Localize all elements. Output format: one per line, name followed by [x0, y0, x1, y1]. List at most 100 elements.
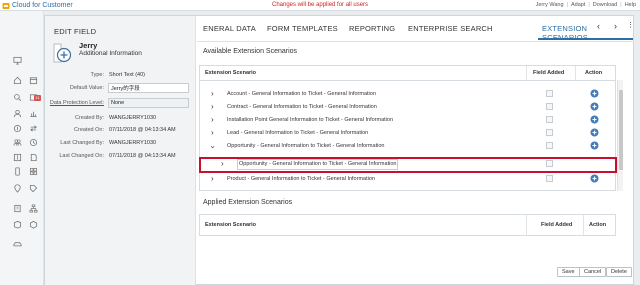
field-subtitle: Additional Information: [79, 50, 142, 57]
monitor-icon[interactable]: [12, 55, 22, 65]
table-row[interactable]: › Product - General Information to Ticket…: [200, 173, 615, 185]
menu-divider: |: [588, 2, 590, 8]
scenario-name: Product - General Information to Ticket …: [227, 176, 375, 182]
shell-sidebar: 11: [0, 11, 44, 285]
field-added-checkbox: [546, 175, 553, 182]
add-scenario-icon[interactable]: [590, 102, 599, 111]
scroll-thumb[interactable]: [619, 90, 623, 170]
global-change-notice: Changes will be applied for all users: [272, 2, 369, 8]
table-row[interactable]: › Lead - General Information to Ticket - …: [200, 127, 615, 139]
created-on-label: Created On:: [74, 127, 104, 133]
chevron-left-icon[interactable]: ‹: [597, 21, 600, 31]
save-button[interactable]: Save: [557, 267, 580, 277]
changed-on-label: Last Changed On:: [59, 153, 104, 159]
table-header: Extension Scenario Field Added Action: [200, 215, 615, 236]
box-icon[interactable]: [12, 219, 22, 229]
column-divider: [583, 215, 584, 235]
brand[interactable]: Cloud for Customer: [2, 1, 73, 10]
field-added-checkbox: [546, 116, 553, 123]
shell-header: Cloud for Customer Changes will be appli…: [0, 0, 640, 11]
cube-icon[interactable]: [28, 219, 38, 229]
adapt-link[interactable]: Adapt: [571, 2, 585, 8]
chevron-right-icon[interactable]: ›: [211, 173, 214, 185]
tab-form-templates[interactable]: FORM TEMPLATES: [267, 24, 338, 33]
menu-divider: |: [620, 2, 622, 8]
chevron-down-icon[interactable]: ›: [206, 146, 218, 149]
field-name: Jerry: [79, 41, 98, 50]
table-row[interactable]: › Opportunity - General Information to Ti…: [200, 140, 615, 152]
overflow-menu-icon[interactable]: ⋮: [627, 21, 634, 29]
scenario-name: Installation Point General Information t…: [227, 117, 393, 123]
add-scenario-icon[interactable]: [590, 174, 599, 183]
scenario-name: Lead - General Information to Ticket - G…: [227, 130, 369, 136]
column-header-field-added: Field Added: [533, 70, 565, 76]
user-name-link[interactable]: Jerry Wang: [536, 2, 564, 8]
tab-reporting[interactable]: REPORTING: [349, 24, 395, 33]
chevron-right-icon[interactable]: ›: [211, 127, 214, 139]
default-value-label: Default Value:: [69, 85, 104, 91]
column-divider: [526, 66, 527, 80]
active-tab-indicator: [538, 38, 633, 40]
field-added-checkbox: [546, 90, 553, 97]
table-row[interactable]: › Installation Point General Information …: [200, 114, 615, 126]
map-pin-icon[interactable]: [12, 183, 22, 193]
user-menu: Jerry Wang | Adapt | Download | Help: [536, 2, 636, 8]
phone-icon[interactable]: [12, 166, 22, 176]
column-header-scenario: Extension Scenario: [205, 70, 257, 76]
delete-button[interactable]: Delete: [606, 267, 632, 277]
chevron-right-icon[interactable]: ›: [211, 101, 214, 113]
panel-title: EDIT FIELD: [54, 27, 97, 36]
default-value-input[interactable]: [108, 83, 189, 93]
field-added-checkbox: [546, 129, 553, 136]
add-scenario-icon[interactable]: [590, 115, 599, 124]
chevron-right-icon[interactable]: ›: [211, 88, 214, 100]
field-details-panel: EDIT FIELD Jerry Additional Information …: [45, 16, 196, 285]
brand-name: Cloud for Customer: [12, 2, 73, 9]
column-divider: [526, 215, 527, 235]
chevron-right-icon[interactable]: ›: [614, 21, 617, 31]
cloud-icon: [2, 2, 10, 10]
type-value: Short Text (40): [109, 72, 145, 78]
selected-row-highlight: [199, 157, 617, 173]
data-protection-label[interactable]: Data Protection Level:: [14, 100, 104, 106]
column-header-field-added: Field Added: [541, 222, 573, 228]
tag-icon[interactable]: [28, 183, 38, 193]
tab-bar: ENERAL DATA FORM TEMPLATES REPORTING ENT…: [197, 16, 634, 42]
field-added-checkbox: [546, 142, 553, 149]
scenario-name: Contract - General Information to Ticket…: [227, 104, 377, 110]
field-added-checkbox: [546, 103, 553, 110]
column-header-action: Action: [585, 70, 603, 76]
applied-scenarios-table: Extension Scenario Field Added Action: [199, 214, 616, 236]
car-icon[interactable]: [12, 239, 22, 249]
created-on-value: 07/11/2018 @ 04:13:34 AM: [109, 127, 176, 133]
data-protection-select[interactable]: None: [108, 98, 189, 108]
add-scenario-icon[interactable]: [590, 128, 599, 137]
download-link[interactable]: Download: [593, 2, 617, 8]
menu-divider: |: [566, 2, 568, 8]
table-row[interactable]: › Contract - General Information to Ticke…: [200, 101, 615, 113]
cancel-button[interactable]: Cancel: [579, 267, 607, 277]
add-scenario-icon[interactable]: [590, 89, 599, 98]
scenario-name: Opportunity - General Information to Tic…: [227, 143, 385, 149]
org-chart-icon[interactable]: [28, 203, 38, 213]
grid-icon[interactable]: [28, 166, 38, 176]
changed-on-value: 07/11/2018 @ 04:13:34 AM: [109, 153, 176, 159]
column-divider: [575, 66, 576, 80]
available-scenarios-title: Available Extension Scenarios: [203, 48, 298, 55]
chevron-right-icon[interactable]: ›: [211, 114, 214, 126]
table-row[interactable]: › Account - General Information to Ticket…: [200, 88, 615, 100]
column-header-scenario: Extension Scenario: [205, 222, 257, 228]
column-header-action: Action: [589, 222, 607, 228]
tab-general-data[interactable]: ENERAL DATA: [203, 24, 256, 33]
created-by-value: WANGJERRY1030: [109, 115, 157, 121]
add-field-icon: [53, 43, 73, 63]
applied-scenarios-title: Applied Extension Scenarios: [203, 199, 293, 206]
help-link[interactable]: Help: [625, 2, 636, 8]
changed-by-label: Last Changed By:: [60, 140, 104, 146]
scrollbar[interactable]: [617, 80, 623, 191]
tab-enterprise-search[interactable]: ENTERPRISE SEARCH: [408, 24, 493, 33]
changed-by-value: WANGJERRY1030: [109, 140, 157, 146]
add-scenario-icon[interactable]: [590, 141, 599, 150]
building-icon[interactable]: [12, 203, 22, 213]
table-header: Extension Scenario Field Added Action: [200, 66, 615, 81]
